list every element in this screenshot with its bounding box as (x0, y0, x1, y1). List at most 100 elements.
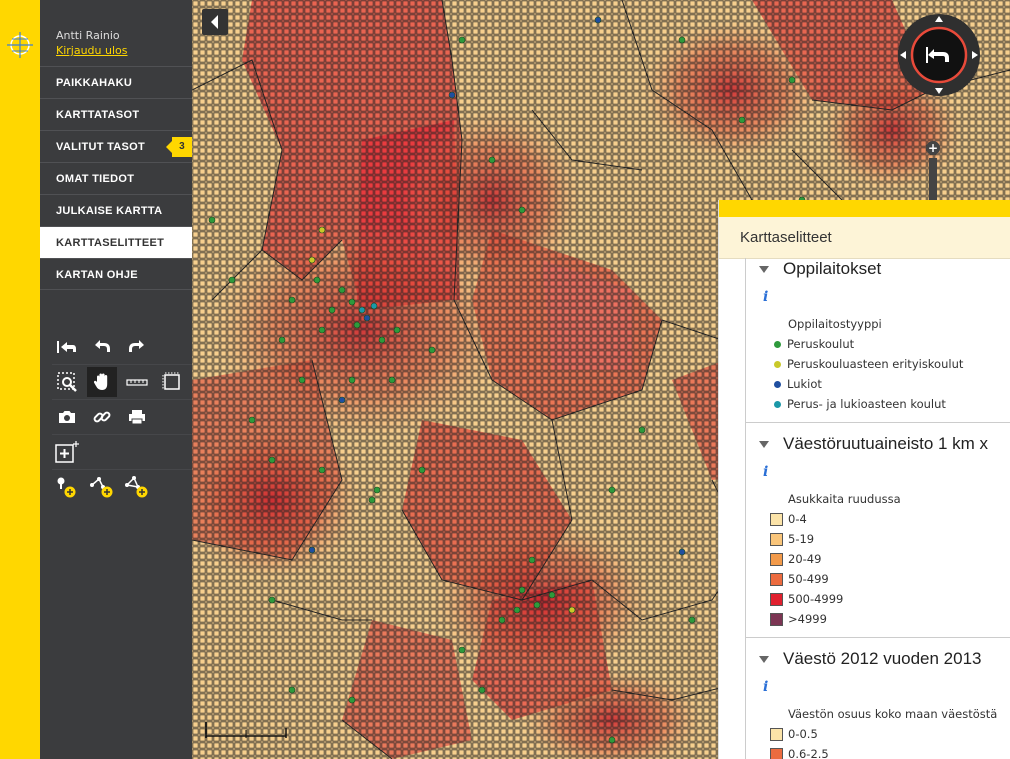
legend-panel-topbar (719, 200, 1010, 217)
nav-label: OMAT TIEDOT (56, 173, 135, 185)
info-button[interactable]: i (746, 461, 1010, 489)
map-navigation-wheel[interactable] (897, 13, 981, 97)
user-name: Antti Rainio (56, 29, 120, 42)
legend-subtitle: Väestön osuus koko maan väestöstä (788, 707, 998, 721)
legend-swatch (770, 513, 783, 526)
legend-section-title: Väestöruutuaineisto 1 km x (783, 434, 989, 453)
legend-item: >4999 (746, 609, 1010, 629)
nav-item-omat-tiedot[interactable]: OMAT TIEDOT (40, 162, 192, 194)
add-line-icon[interactable] (87, 472, 117, 502)
nav-item-valitut-tasot[interactable]: VALITUT TASOT 3 (40, 130, 192, 162)
legend-item-label: Perus- ja lukioasteen koulut (787, 397, 946, 411)
measure-area-icon[interactable] (157, 367, 187, 397)
map-tools (52, 330, 192, 504)
legend-item: 0.6-2.5 (746, 744, 1010, 759)
print-icon[interactable] (122, 402, 152, 432)
app-logo-icon (7, 32, 33, 58)
legend-swatch (770, 573, 783, 586)
nav-item-karttaselitteet[interactable]: KARTTASELITTEET (40, 226, 192, 258)
info-button[interactable]: i (746, 676, 1010, 704)
nav-item-karttatasot[interactable]: KARTTATASOT (40, 98, 192, 130)
nav-label: KARTTATASOT (56, 109, 140, 121)
nav-item-kartan-ohje[interactable]: KARTAN OHJE (40, 258, 192, 290)
app-accent-strip (0, 0, 40, 759)
legend-section-oppilaitokset: Oppilaitokset i Oppilaitostyyppi Perusko… (746, 258, 1010, 423)
legend-item: 50-499 (746, 569, 1010, 589)
triangle-down-icon (759, 656, 769, 663)
add-area-icon[interactable] (122, 472, 152, 502)
legend-item: Perus- ja lukioasteen koulut (746, 394, 1010, 414)
nav-label: PAIKKAHAKU (56, 77, 133, 89)
nav-item-paikkahaku[interactable]: PAIKKAHAKU (40, 66, 192, 98)
logout-link[interactable]: Kirjaudu ulos (56, 43, 128, 58)
legend-panel: Karttaselitteet Oppilaitokset i Oppilait… (718, 200, 1010, 759)
main-nav: PAIKKAHAKU KARTTATASOT VALITUT TASOT 3 OM… (40, 66, 192, 290)
chevron-left-icon (211, 15, 218, 29)
scale-bar (205, 722, 287, 738)
zoom-box-icon[interactable] (52, 367, 82, 397)
legend-swatch (770, 533, 783, 546)
camera-icon[interactable] (52, 402, 82, 432)
sidebar: Antti Rainio Kirjaudu ulos PAIKKAHAKU KA… (40, 0, 192, 759)
nav-label: KARTAN OHJE (56, 269, 138, 281)
tool-row-share (52, 400, 192, 435)
legend-section-toggle[interactable]: Väestöruutuaineisto 1 km x (746, 433, 1010, 461)
legend-dot (774, 381, 781, 388)
legend-panel-title: Karttaselitteet (719, 217, 1010, 259)
legend-item: 0-4 (746, 509, 1010, 529)
legend-item-label: Peruskouluasteen erityiskoulut (787, 357, 964, 371)
legend-swatch (770, 553, 783, 566)
legend-dot (774, 341, 781, 348)
legend-swatch (770, 613, 783, 626)
legend-section-vaesto-2012: Väestö 2012 vuoden 2013 i Väestön osuus … (746, 638, 1010, 759)
legend-section-toggle[interactable]: Väestö 2012 vuoden 2013 (746, 648, 1010, 676)
legend-subtitle: Oppilaitostyyppi (788, 317, 882, 331)
legend-item: Lukiot (746, 374, 1010, 394)
tool-row-draw (52, 470, 192, 504)
selected-layers-count-badge: 3 (166, 137, 192, 157)
collapse-panel-button[interactable] (202, 9, 228, 35)
legend-item: 5-19 (746, 529, 1010, 549)
legend-swatch (770, 593, 783, 606)
legend-item: Peruskouluasteen erityiskoulut (746, 354, 1010, 374)
compass-icon (898, 14, 980, 96)
legend-sections: Oppilaitokset i Oppilaitostyyppi Perusko… (745, 258, 1010, 759)
triangle-down-icon (759, 441, 769, 448)
undo-icon[interactable] (87, 332, 117, 362)
nav-label: JULKAISE KARTTA (56, 205, 163, 217)
triangle-down-icon (759, 266, 769, 273)
nav-label: VALITUT TASOT (56, 141, 146, 153)
legend-subtitle: Asukkaita ruudussa (788, 492, 901, 506)
legend-swatch (770, 728, 783, 741)
legend-dot (774, 361, 781, 368)
info-button[interactable]: i (746, 286, 1010, 314)
nav-item-julkaise-kartta[interactable]: JULKAISE KARTTA (40, 194, 192, 226)
tool-row-navigation (52, 365, 192, 400)
add-point-icon[interactable] (52, 472, 82, 502)
zoom-slider[interactable] (929, 158, 937, 202)
legend-swatch (770, 748, 783, 759)
info-icon: i (763, 289, 769, 305)
nav-label: KARTTASELITTEET (56, 237, 165, 249)
legend-section-vaestoruutu: Väestöruutuaineisto 1 km x i Asukkaita r… (746, 423, 1010, 638)
legend-item: Peruskoulut (746, 334, 1010, 354)
reset-view-icon[interactable] (52, 332, 82, 362)
tool-row-layers (52, 435, 192, 470)
legend-section-toggle[interactable]: Oppilaitokset (746, 258, 1010, 286)
pan-hand-icon[interactable] (87, 367, 117, 397)
measure-line-icon[interactable] (122, 367, 152, 397)
user-info: Antti Rainio Kirjaudu ulos (56, 28, 128, 58)
tool-row-history (52, 330, 192, 365)
legend-item: 500-4999 (746, 589, 1010, 609)
legend-item-label: 500-4999 (788, 592, 844, 606)
link-icon[interactable] (87, 402, 117, 432)
redo-icon[interactable] (122, 332, 152, 362)
legend-dot (774, 401, 781, 408)
add-layer-icon[interactable] (52, 437, 82, 467)
zoom-in-button[interactable]: + (926, 141, 940, 155)
legend-section-title: Väestö 2012 vuoden 2013 (783, 649, 982, 668)
info-icon: i (763, 679, 769, 695)
legend-item-label: Peruskoulut (787, 337, 855, 351)
legend-item: 20-49 (746, 549, 1010, 569)
legend-item: 0-0.5 (746, 724, 1010, 744)
